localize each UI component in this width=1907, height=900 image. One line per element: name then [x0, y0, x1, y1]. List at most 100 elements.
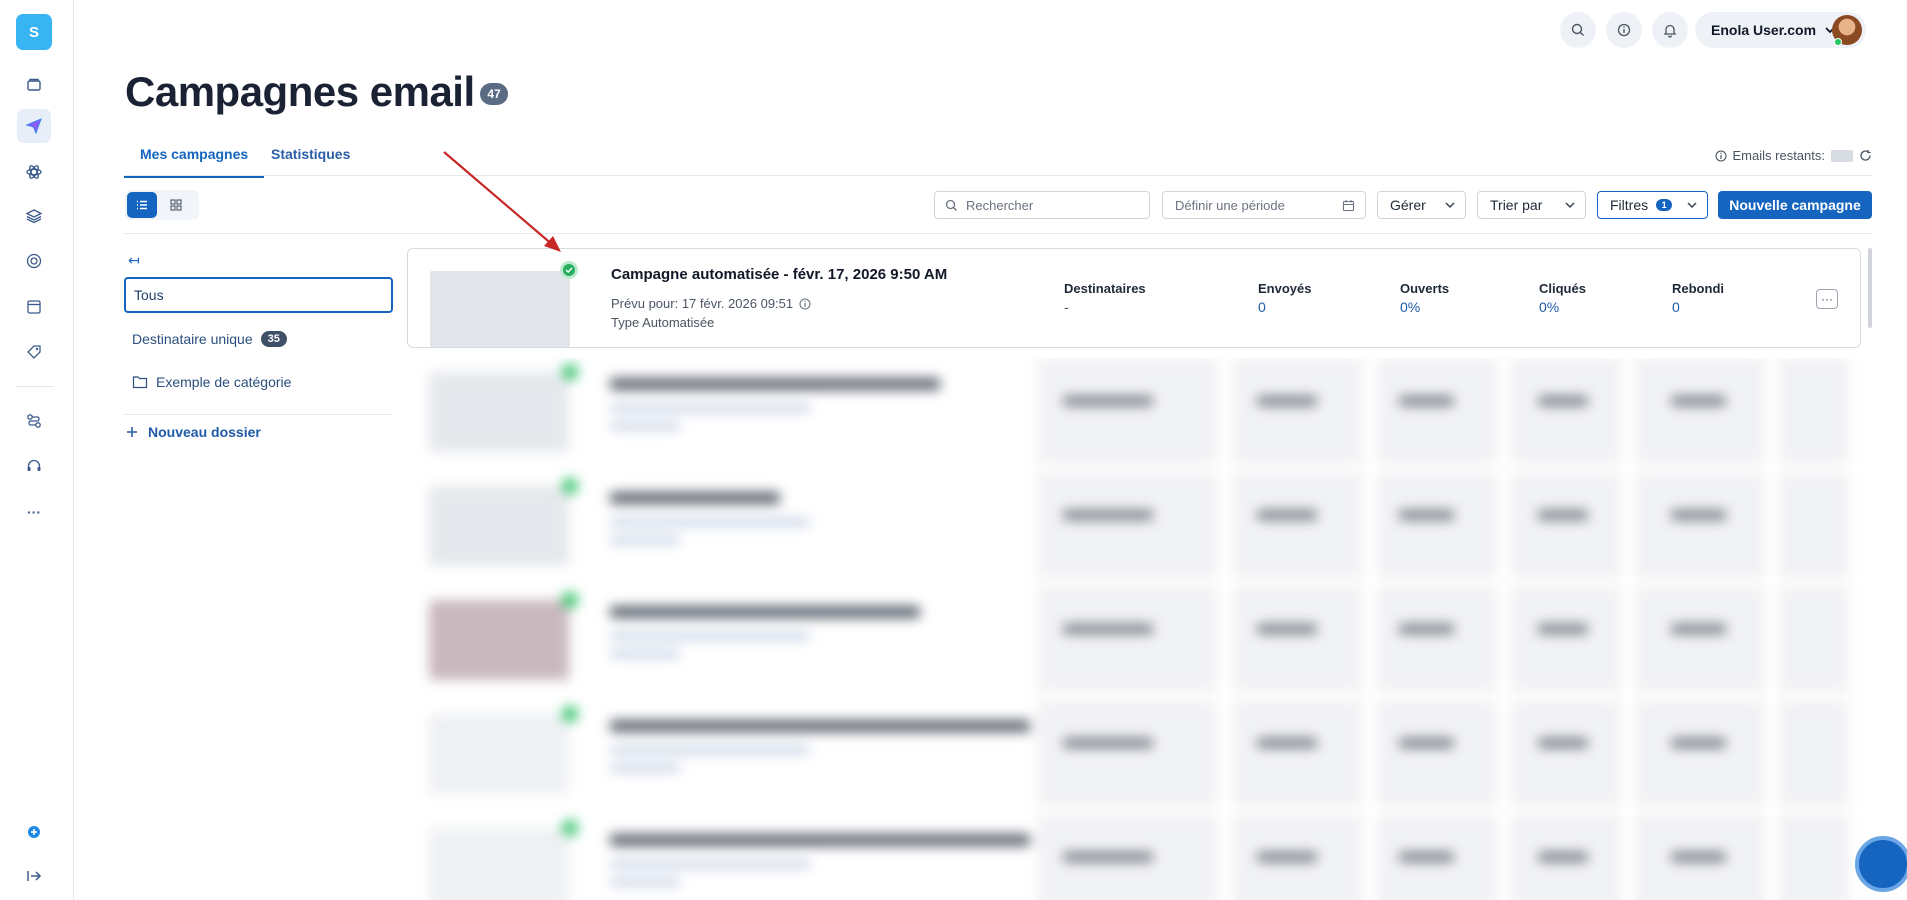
folder-icon: [132, 376, 148, 389]
tag-icon[interactable]: [17, 335, 51, 369]
blurred-text: [1538, 624, 1588, 634]
target-icon[interactable]: [17, 244, 51, 278]
plus-circle-icon[interactable]: [17, 815, 51, 849]
stat-value-envoyes: 0: [1258, 299, 1266, 315]
folder-destinataire-unique[interactable]: Destinataire unique 35: [124, 321, 393, 357]
search-input[interactable]: Rechercher: [934, 191, 1150, 219]
folder-count-badge: 35: [260, 331, 287, 347]
folder-exemple-de-categorie[interactable]: Exemple de catégorie: [124, 364, 393, 400]
blurred-thumbnail: [429, 486, 569, 566]
campaign-type: Type Automatisée: [611, 315, 715, 330]
stat-label-destinataires: Destinataires: [1064, 281, 1146, 296]
bell-icon[interactable]: [1652, 12, 1688, 48]
new-campaign-button[interactable]: Nouvelle campagne: [1718, 191, 1872, 219]
blurred-cell: [1779, 472, 1849, 578]
campaign-card[interactable]: Campagne automatisée - févr. 17, 2026 9:…: [407, 248, 1861, 348]
blurred-text: [1399, 624, 1454, 634]
filters-dropdown[interactable]: Filtres 1: [1597, 191, 1708, 219]
info-icon[interactable]: [1606, 12, 1642, 48]
blurred-text: [1399, 396, 1454, 406]
more-dots-icon[interactable]: ···: [17, 495, 51, 529]
route-icon[interactable]: [17, 404, 51, 438]
blurred-cell: [1511, 700, 1621, 806]
blurred-text: [1538, 852, 1588, 862]
blurred-cell: [1511, 586, 1621, 692]
search-icon[interactable]: [1560, 12, 1596, 48]
layers-icon[interactable]: [17, 199, 51, 233]
blurred-subtitle: [610, 632, 810, 640]
period-picker[interactable]: Définir une période: [1162, 191, 1366, 219]
blurred-text: [1399, 510, 1454, 520]
blurred-subtitle: [610, 878, 680, 886]
blurred-text: [1257, 624, 1317, 634]
refresh-icon[interactable]: [1859, 149, 1872, 162]
campaign-title[interactable]: Campagne automatisée - févr. 17, 2026 9:…: [611, 266, 947, 283]
blurred-text: [1257, 738, 1317, 748]
sort-dropdown[interactable]: Trier par: [1477, 191, 1586, 219]
grid-view-button[interactable]: [161, 192, 191, 218]
emails-remaining: Emails restants:: [1714, 148, 1872, 163]
stat-label-rebondi: Rebondi: [1672, 281, 1724, 296]
blurred-thumbnail: [429, 828, 569, 900]
blurred-cell: [1037, 586, 1217, 692]
atom-icon[interactable]: [17, 155, 51, 189]
blurred-title: [610, 720, 1030, 732]
info-icon[interactable]: [799, 297, 811, 310]
rail-divider: [16, 386, 54, 387]
headset-icon[interactable]: [17, 449, 51, 483]
view-toggle: [125, 190, 199, 220]
manage-dropdown[interactable]: Gérer: [1377, 191, 1466, 219]
list-icon: [137, 200, 147, 210]
blurred-title: [610, 492, 780, 504]
blurred-text: [1063, 510, 1153, 520]
blurred-cell: [1377, 472, 1497, 578]
help-chat-button[interactable]: [1855, 836, 1907, 892]
calendar-icon: [1342, 199, 1355, 211]
search-placeholder: Rechercher: [966, 197, 1034, 213]
user-menu[interactable]: Enola User.com: [1695, 12, 1866, 48]
blurred-cell: [1779, 586, 1849, 692]
archive-icon[interactable]: [17, 68, 51, 102]
blurred-text: [1063, 852, 1153, 862]
user-name: Enola User.com: [1711, 22, 1817, 38]
workspace-logo[interactable]: S: [16, 14, 52, 50]
blurred-cell: [1635, 700, 1765, 806]
stat-label-ouverts: Ouverts: [1400, 281, 1450, 296]
blurred-cell: [1233, 472, 1363, 578]
tab-mes-campagnes[interactable]: Mes campagnes: [124, 146, 265, 178]
page-title: Campagnes email: [125, 68, 475, 115]
blurred-cell: [1377, 586, 1497, 692]
blurred-text: [1671, 852, 1726, 862]
scrollbar[interactable]: [1868, 248, 1872, 328]
paper-plane-icon[interactable]: [17, 109, 51, 143]
campaign-more-button[interactable]: ···: [1816, 289, 1838, 309]
blurred-text: [1063, 396, 1153, 406]
blurred-cell: [1779, 358, 1849, 464]
blurred-subtitle: [610, 860, 810, 868]
blurred-text: [1671, 510, 1726, 520]
blurred-cell: [1037, 358, 1217, 464]
blurred-cell: [1377, 700, 1497, 806]
period-placeholder: Définir une période: [1175, 197, 1285, 213]
blurred-cell: [1779, 700, 1849, 806]
stat-value-rebondi: 0: [1672, 299, 1680, 315]
blurred-cell: [1233, 700, 1363, 806]
blurred-status-dot: [562, 820, 578, 836]
blurred-text: [1538, 396, 1588, 406]
list-view-button[interactable]: [127, 192, 157, 218]
grid-icon: [170, 199, 182, 211]
blurred-text: [1671, 624, 1726, 634]
tab-statistiques[interactable]: Statistiques: [255, 146, 366, 176]
blurred-thumbnail: [429, 600, 569, 680]
blurred-text: [1671, 738, 1726, 748]
blurred-status-dot: [562, 592, 578, 608]
blurred-status-dot: [562, 706, 578, 722]
search-icon: [945, 199, 957, 211]
folder-tous[interactable]: Tous: [124, 277, 393, 313]
status-check-icon: [560, 261, 578, 279]
new-folder-button[interactable]: Nouveau dossier: [126, 424, 261, 440]
campaign-thumbnail[interactable]: [430, 271, 570, 347]
collapse-panel-button[interactable]: ↤: [128, 252, 140, 269]
browser-window-icon[interactable]: [17, 290, 51, 324]
expand-arrow-icon[interactable]: [17, 859, 51, 893]
